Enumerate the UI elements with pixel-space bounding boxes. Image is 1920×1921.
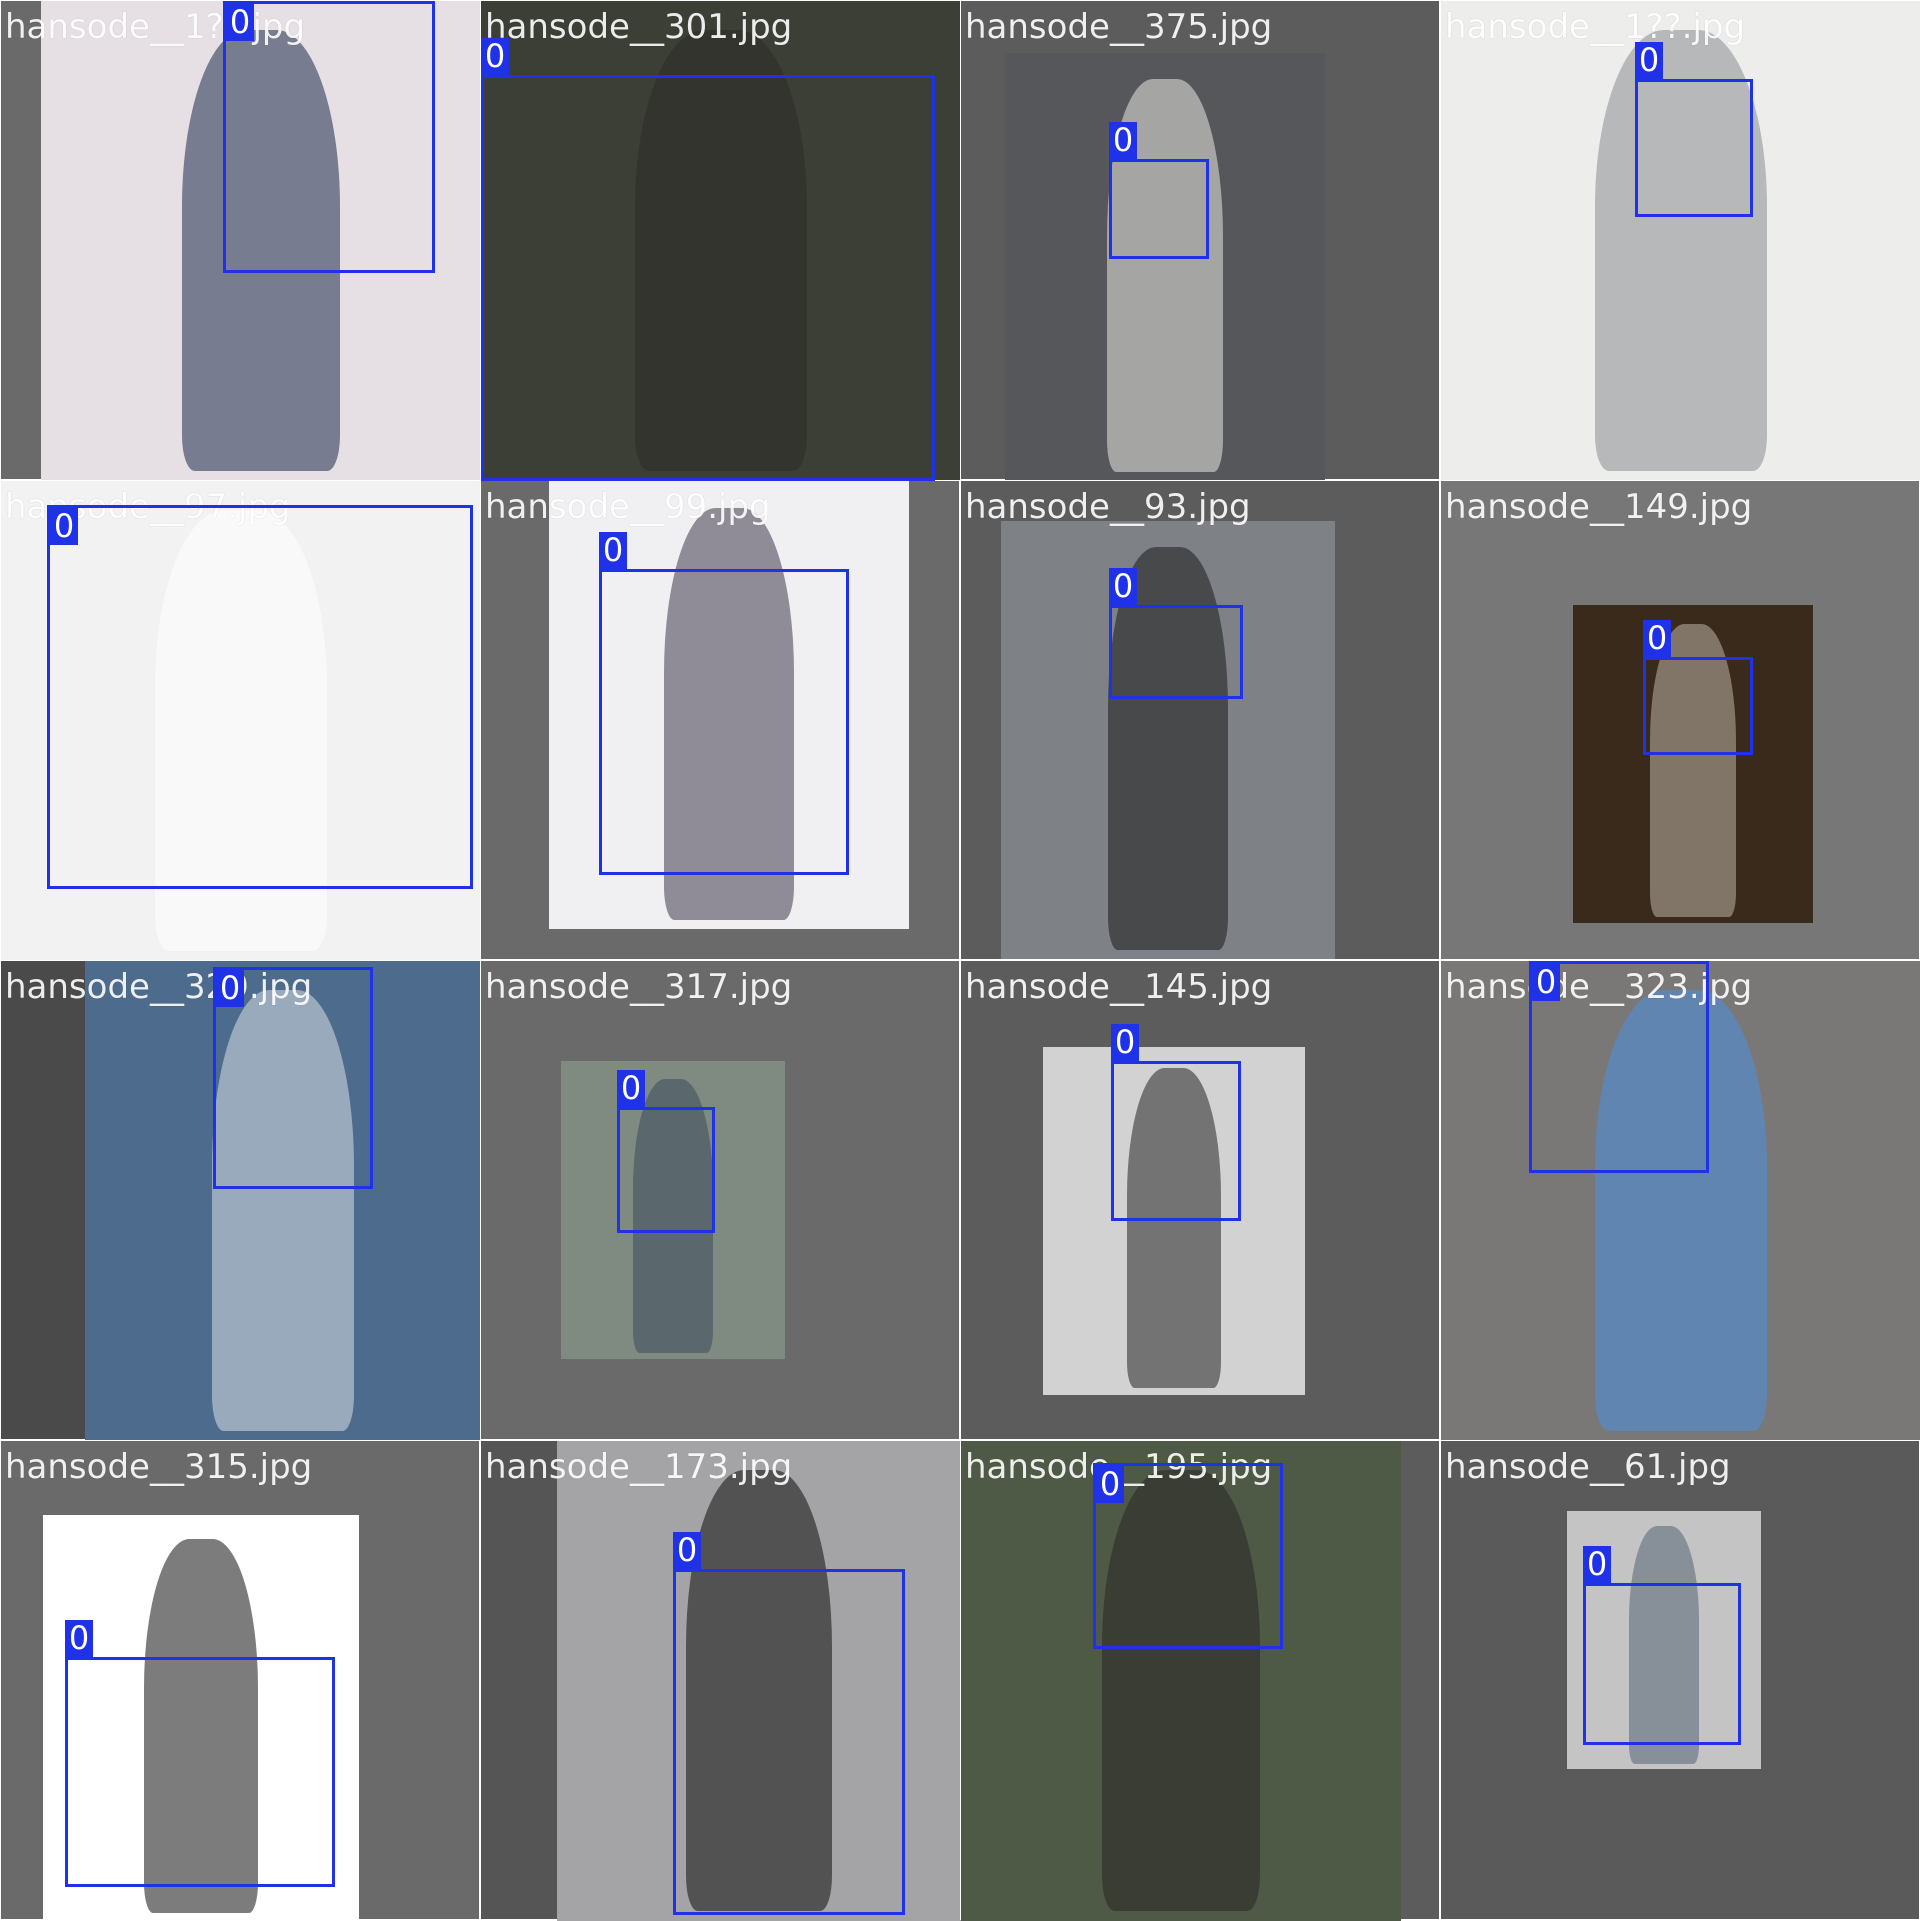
class-label-badge: 0 — [1109, 122, 1137, 159]
mosaic-tile: hansode__375.jpg 0 — [960, 0, 1440, 481]
class-label-badge: 0 — [1583, 1546, 1611, 1583]
class-label-badge: 0 — [216, 970, 244, 1007]
bounding-box: 0 — [1093, 1463, 1283, 1649]
mosaic-tile: hansode__149.jpg 0 — [1440, 480, 1920, 960]
class-label-badge: 0 — [1109, 568, 1137, 605]
bounding-box: 0 — [1635, 42, 1753, 217]
image-filename: hansode__61.jpg — [1445, 1447, 1731, 1487]
bounding-box: 0 — [617, 1070, 715, 1233]
image-filename: hansode__317.jpg — [485, 967, 793, 1007]
class-label-badge: 0 — [50, 508, 78, 545]
class-label-badge: 0 — [1096, 1466, 1124, 1503]
mosaic-tile: hansode__1??.jpg 0 — [1440, 0, 1920, 481]
bounding-box: 0 — [1111, 1024, 1241, 1221]
detection-mosaic: hansode__1??.jpg 0 hansode__301.jpg 0 hansod… — [0, 0, 1920, 1921]
image-filename: hansode__93.jpg — [965, 487, 1251, 527]
image-filename: hansode__375.jpg — [965, 7, 1273, 47]
bounding-box: 0 — [65, 1620, 335, 1887]
bounding-box: 0 — [223, 1, 435, 273]
bounding-box: 0 — [673, 1532, 905, 1915]
bounding-box: 0 — [1583, 1546, 1741, 1745]
class-label-badge: 0 — [617, 1070, 645, 1107]
image-filename: hansode__173.jpg — [485, 1447, 793, 1487]
tile-photo — [1001, 521, 1335, 959]
tile-photo — [1005, 53, 1325, 481]
class-label-badge: 0 — [599, 532, 627, 569]
mosaic-tile: hansode__323.jpg 0 — [1440, 960, 1920, 1441]
mosaic-tile: hansode__61.jpg 0 — [1440, 1440, 1920, 1920]
mosaic-tile: hansode__99.jpg 0 — [480, 480, 960, 960]
mosaic-tile: hansode__1??.jpg 0 — [0, 0, 481, 481]
bounding-box: 0 — [1529, 961, 1709, 1173]
mosaic-tile: hansode__145.jpg 0 — [960, 960, 1440, 1440]
tile-photo — [1573, 605, 1813, 923]
bounding-box: 0 — [213, 967, 373, 1189]
image-filename: hansode__315.jpg — [5, 1447, 313, 1487]
image-filename: hansode__145.jpg — [965, 967, 1273, 1007]
bounding-box: 0 — [599, 532, 849, 875]
mosaic-tile: hansode__195.jpg0 — [960, 1440, 1440, 1921]
image-filename: hansode__99.jpg — [485, 487, 771, 527]
bounding-box: 0 — [47, 505, 473, 889]
mosaic-tile: hansode__329.jpg 0 — [0, 960, 481, 1441]
image-filename: hansode__1??.jpg — [1445, 7, 1746, 47]
image-filename: hansode__149.jpg — [1445, 487, 1753, 527]
class-label-badge: 0 — [65, 1620, 93, 1657]
bounding-box: 0 — [481, 38, 935, 481]
class-label-badge: 0 — [1111, 1024, 1139, 1061]
class-label-badge: 0 — [481, 38, 509, 75]
mosaic-tile: hansode__315.jpg 0 — [0, 1440, 480, 1921]
class-label-badge: 0 — [1643, 620, 1671, 657]
class-label-badge: 0 — [1532, 964, 1560, 1001]
mosaic-tile: hansode__97.jpg 0 — [0, 480, 481, 961]
bounding-box: 0 — [1643, 620, 1753, 755]
mosaic-tile: hansode__317.jpg 0 — [480, 960, 960, 1440]
class-label-badge: 0 — [673, 1532, 701, 1569]
mosaic-tile: hansode__93.jpg 0 — [960, 480, 1440, 960]
tile-photo — [1441, 1, 1920, 481]
mosaic-tile: hansode__173.jpg 0 — [480, 1440, 961, 1921]
class-label-badge: 0 — [1635, 42, 1663, 79]
mosaic-tile: hansode__301.jpg 0 — [480, 0, 961, 481]
class-label-badge: 0 — [226, 4, 254, 41]
bounding-box: 0 — [1109, 568, 1243, 699]
bounding-box: 0 — [1109, 122, 1209, 259]
image-filename: hansode__301.jpg — [485, 7, 793, 47]
